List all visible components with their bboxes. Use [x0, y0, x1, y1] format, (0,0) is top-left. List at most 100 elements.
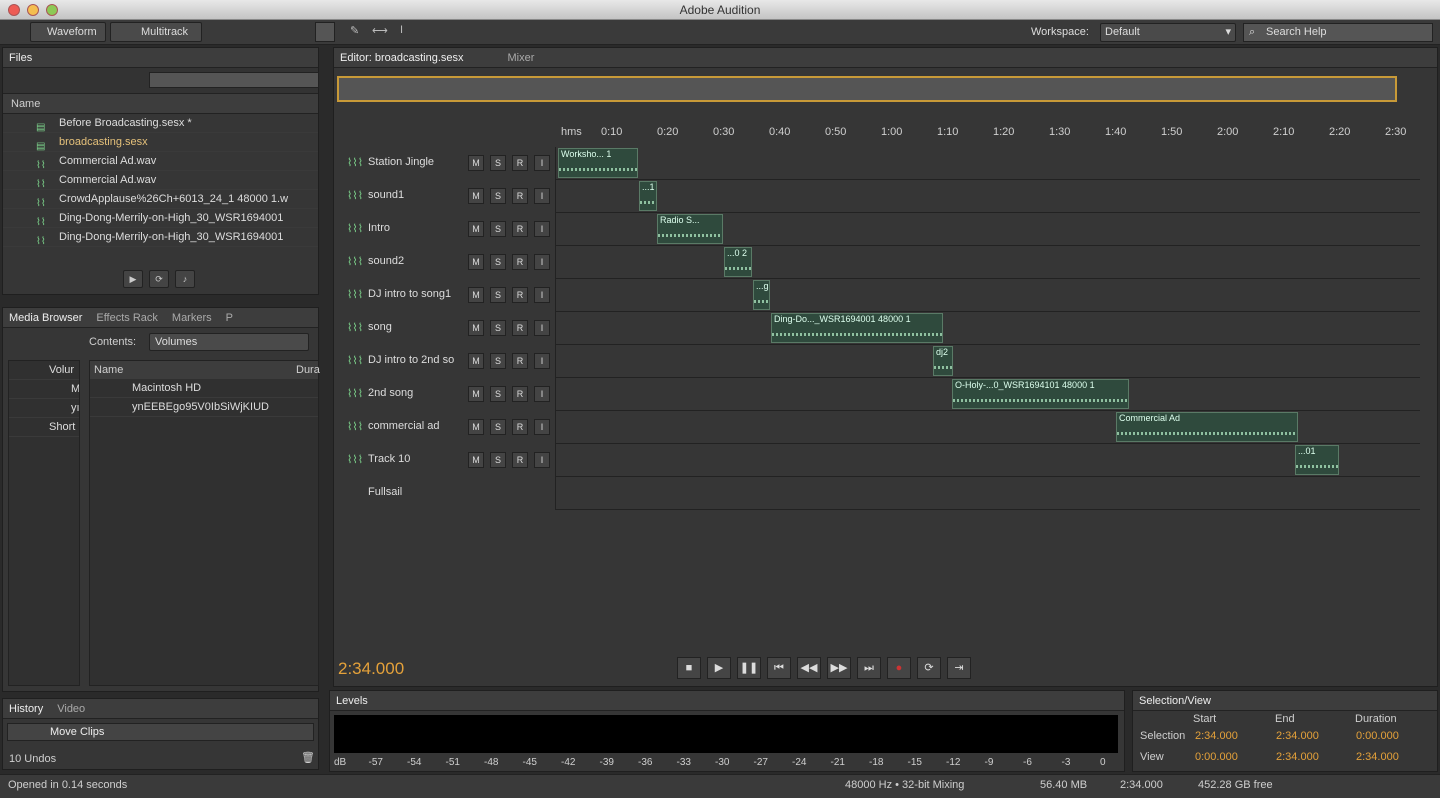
- input-button[interactable]: I: [534, 254, 550, 270]
- audio-clip[interactable]: dj2: [933, 346, 953, 376]
- tab-editor[interactable]: Editor: broadcasting.sesx: [340, 52, 464, 64]
- tab-history[interactable]: History: [9, 703, 43, 715]
- sel-start[interactable]: 2:34.000: [1195, 730, 1238, 742]
- play-icon[interactable]: ▶: [123, 270, 143, 288]
- stop-icon[interactable]: ■: [677, 657, 701, 679]
- solo-button[interactable]: S: [490, 419, 506, 435]
- tab-media-2[interactable]: Markers: [172, 312, 212, 324]
- loop-icon[interactable]: ⟳: [149, 270, 169, 288]
- minimize-window-button[interactable]: [27, 4, 39, 16]
- track-name[interactable]: DJ intro to 2nd so: [368, 354, 468, 366]
- go-end-icon[interactable]: ⏭: [857, 657, 881, 679]
- solo-button[interactable]: S: [490, 320, 506, 336]
- mute-button[interactable]: M: [468, 155, 484, 171]
- solo-button[interactable]: S: [490, 254, 506, 270]
- mute-button[interactable]: M: [468, 254, 484, 270]
- file-item[interactable]: ⌇⌇ Ding-Dong-Merrily-on-High_30_WSR169400…: [3, 209, 318, 228]
- file-item[interactable]: ⌇⌇ CrowdApplause%26Ch+6013_24_1 48000 1.w: [3, 190, 318, 209]
- input-button[interactable]: I: [534, 221, 550, 237]
- close-window-button[interactable]: [8, 4, 20, 16]
- solo-button[interactable]: S: [490, 386, 506, 402]
- record-button[interactable]: R: [512, 386, 528, 402]
- view-end[interactable]: 2:34.000: [1276, 751, 1319, 763]
- tab-video[interactable]: Video: [57, 703, 85, 715]
- solo-button[interactable]: S: [490, 452, 506, 468]
- media-item[interactable]: ynEEBEgo95V0IbSiWjKIUD: [90, 398, 318, 417]
- skip-icon[interactable]: ⇥: [947, 657, 971, 679]
- history-item[interactable]: Move Clips: [7, 723, 314, 741]
- current-time[interactable]: 2:34.000: [338, 659, 404, 679]
- tree-item[interactable]: yı: [9, 399, 79, 418]
- mute-button[interactable]: M: [468, 287, 484, 303]
- mute-button[interactable]: M: [468, 452, 484, 468]
- audio-clip[interactable]: Commercial Ad: [1116, 412, 1298, 442]
- audio-clip[interactable]: O-Holy-...0_WSR1694101 48000 1: [952, 379, 1129, 409]
- audio-clip[interactable]: ...01: [1295, 445, 1339, 475]
- audio-clip[interactable]: ...0 2: [724, 247, 752, 277]
- rewind-icon[interactable]: ◀◀: [797, 657, 821, 679]
- view-start[interactable]: 0:00.000: [1195, 751, 1238, 763]
- track-name[interactable]: sound1: [368, 189, 468, 201]
- workspace-select[interactable]: Default ▾: [1100, 23, 1236, 42]
- zoom-window-button[interactable]: [46, 4, 58, 16]
- sel-duration[interactable]: 0:00.000: [1356, 730, 1399, 742]
- tree-item[interactable]: Volur: [9, 361, 79, 380]
- input-button[interactable]: I: [534, 419, 550, 435]
- media-item[interactable]: Macintosh HD: [90, 379, 318, 398]
- tab-media-0[interactable]: Media Browser: [9, 312, 82, 324]
- record-button[interactable]: R: [512, 353, 528, 369]
- audio-clip[interactable]: ...g: [753, 280, 770, 310]
- record-icon[interactable]: ●: [887, 657, 911, 679]
- go-start-icon[interactable]: ⏮: [767, 657, 791, 679]
- track-name[interactable]: sound2: [368, 255, 468, 267]
- tree-item[interactable]: M: [9, 380, 79, 399]
- audio-clip[interactable]: Ding-Do..._WSR1694001 48000 1: [771, 313, 943, 343]
- zoom-navigator[interactable]: [337, 76, 1397, 102]
- trash-icon[interactable]: 🗑: [301, 751, 315, 764]
- tab-files[interactable]: Files: [9, 52, 32, 64]
- fast-forward-icon[interactable]: ▶▶: [827, 657, 851, 679]
- audio-clip[interactable]: Worksho... 1: [558, 148, 638, 178]
- solo-button[interactable]: S: [490, 287, 506, 303]
- file-item[interactable]: ▤ Before Broadcasting.sesx *: [3, 114, 318, 133]
- track-name[interactable]: commercial ad: [368, 420, 468, 432]
- contents-select[interactable]: Volumes: [149, 333, 309, 351]
- media-col-duration[interactable]: Dura: [296, 361, 320, 379]
- time-selection-tool-icon[interactable]: I: [400, 24, 403, 36]
- mute-button[interactable]: M: [468, 353, 484, 369]
- file-item[interactable]: ⌇⌇ Commercial Ad.wav: [3, 152, 318, 171]
- media-col-name[interactable]: Name: [94, 364, 123, 376]
- mute-button[interactable]: M: [468, 221, 484, 237]
- input-button[interactable]: I: [534, 188, 550, 204]
- audio-clip[interactable]: Radio S...: [657, 214, 723, 244]
- mute-button[interactable]: M: [468, 188, 484, 204]
- waveform-button[interactable]: Waveform: [30, 22, 106, 42]
- record-button[interactable]: R: [512, 188, 528, 204]
- files-col-name[interactable]: Name: [3, 94, 318, 114]
- input-button[interactable]: I: [534, 287, 550, 303]
- file-item[interactable]: ▤ broadcasting.sesx: [3, 133, 318, 152]
- time-ruler[interactable]: hms 0:10 0:20 0:30 0:40 0:50 1:00 1:10 1:20 1:30 1…: [558, 124, 1428, 144]
- tab-levels[interactable]: Levels: [336, 695, 368, 707]
- mute-button[interactable]: M: [468, 386, 484, 402]
- track-name[interactable]: Track 10: [368, 453, 468, 465]
- track-name[interactable]: DJ intro to song1: [368, 288, 468, 300]
- sel-end[interactable]: 2:34.000: [1276, 730, 1319, 742]
- record-button[interactable]: R: [512, 287, 528, 303]
- slip-tool-icon[interactable]: ⟷: [372, 24, 388, 37]
- mute-button[interactable]: M: [468, 320, 484, 336]
- view-duration[interactable]: 2:34.000: [1356, 751, 1399, 763]
- razor-tool-icon[interactable]: ✎: [350, 24, 359, 37]
- search-help-input[interactable]: ⌕ Search Help: [1243, 23, 1433, 42]
- play-icon[interactable]: ▶: [707, 657, 731, 679]
- record-button[interactable]: R: [512, 254, 528, 270]
- tab-media-3[interactable]: P: [226, 312, 233, 324]
- solo-button[interactable]: S: [490, 188, 506, 204]
- master-track-name[interactable]: Fullsail: [368, 486, 468, 498]
- record-button[interactable]: R: [512, 419, 528, 435]
- multitrack-button[interactable]: Multitrack: [110, 22, 202, 42]
- input-button[interactable]: I: [534, 353, 550, 369]
- track-name[interactable]: Station Jingle: [368, 156, 468, 168]
- input-button[interactable]: I: [534, 155, 550, 171]
- track-name[interactable]: 2nd song: [368, 387, 468, 399]
